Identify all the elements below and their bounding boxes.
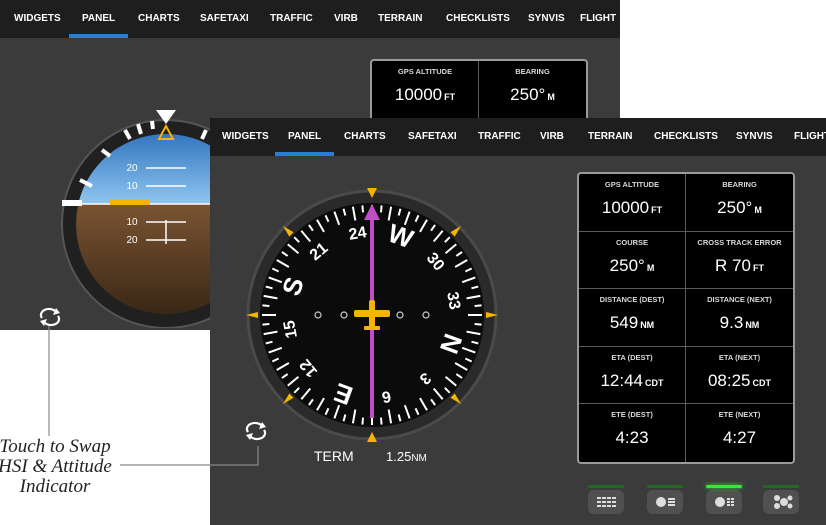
swap-callout-text: Touch to Swap HSI & Attitude Indicator <box>0 437 130 497</box>
callout-line-3: Indicator <box>19 476 91 497</box>
callout-line-1: Touch to Swap <box>0 436 111 457</box>
callout-line-2: HSI & Attitude <box>0 456 112 477</box>
